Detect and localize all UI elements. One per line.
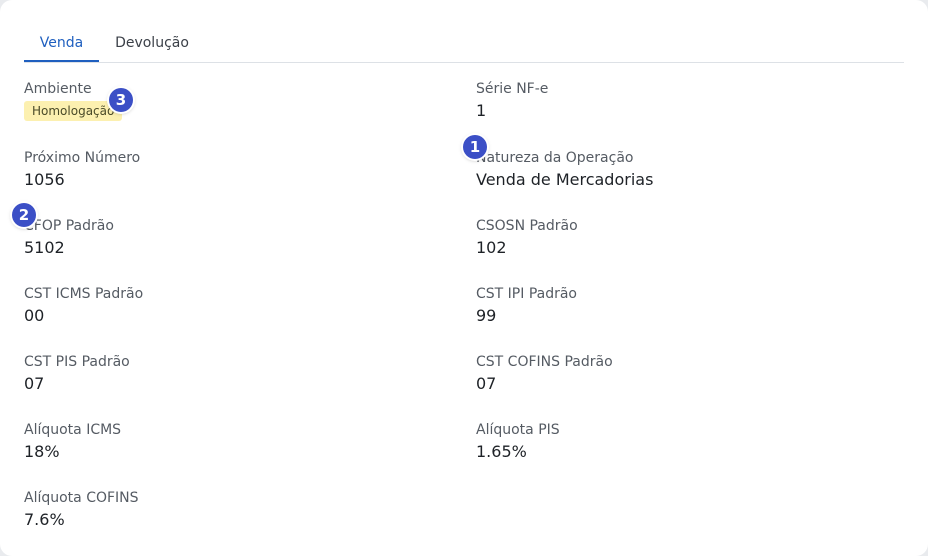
field-label: Ambiente xyxy=(24,81,92,97)
field-label: Série NF-e xyxy=(476,81,549,97)
field-value: 07 xyxy=(476,374,497,393)
field-value: 07 xyxy=(24,374,45,393)
field-cst-ipi: CST IPI Padrão 99 xyxy=(476,285,577,326)
field-label: CST COFINS Padrão xyxy=(476,354,613,370)
settings-card: Venda Devolução Ambiente Homologação Sér… xyxy=(0,0,928,556)
field-value: 99 xyxy=(476,306,497,325)
field-value: 1.65% xyxy=(476,442,527,461)
field-cst-icms: CST ICMS Padrão 00 xyxy=(24,285,143,326)
field-label: Alíquota ICMS xyxy=(24,422,122,438)
tab-bar: Venda Devolução xyxy=(24,24,904,63)
field-serie: Série NF-e 1 xyxy=(476,80,548,121)
field-cst-cofins: CST COFINS Padrão 07 xyxy=(476,353,613,394)
field-value: 18% xyxy=(24,442,60,461)
field-cst-pis: CST PIS Padrão 07 xyxy=(24,353,130,394)
field-label: Próximo Número xyxy=(24,150,141,166)
field-proximo-numero: Próximo Número 1056 xyxy=(24,149,140,190)
field-label: CST ICMS Padrão xyxy=(24,286,144,302)
field-value: 102 xyxy=(476,238,507,257)
field-value: 1056 xyxy=(24,170,65,189)
field-csosn: CSOSN Padrão 102 xyxy=(476,217,578,258)
field-aliquota-cofins: Alíquota COFINS 7.6% xyxy=(24,489,139,530)
marker-1: 1 xyxy=(463,135,487,159)
field-ambiente: Ambiente Homologação xyxy=(24,80,123,121)
field-label: Natureza da Operação xyxy=(476,150,634,166)
field-label: Alíquota PIS xyxy=(476,422,560,438)
field-label: Alíquota COFINS xyxy=(24,490,139,506)
tab-venda[interactable]: Venda xyxy=(24,24,99,62)
field-aliquota-pis: Alíquota PIS 1.65% xyxy=(476,421,560,462)
marker-2: 2 xyxy=(12,203,36,227)
field-value: Venda de Mercadorias xyxy=(476,170,654,189)
field-value: 00 xyxy=(24,306,45,325)
tab-devolucao[interactable]: Devolução xyxy=(104,24,200,62)
field-value: 5102 xyxy=(24,238,65,257)
field-natureza-operacao: Natureza da Operação Venda de Mercadoria… xyxy=(476,149,653,190)
environment-badge: Homologação xyxy=(24,101,123,121)
field-value: 1 xyxy=(476,101,487,120)
field-label: CFOP Padrão xyxy=(24,218,114,234)
marker-3: 3 xyxy=(109,88,133,112)
field-label: CST IPI Padrão xyxy=(476,286,577,302)
field-label: CST PIS Padrão xyxy=(24,354,130,370)
field-value: 7.6% xyxy=(24,510,65,529)
field-cfop: CFOP Padrão 5102 xyxy=(24,217,114,258)
field-aliquota-icms: Alíquota ICMS 18% xyxy=(24,421,121,462)
field-label: CSOSN Padrão xyxy=(476,218,578,234)
